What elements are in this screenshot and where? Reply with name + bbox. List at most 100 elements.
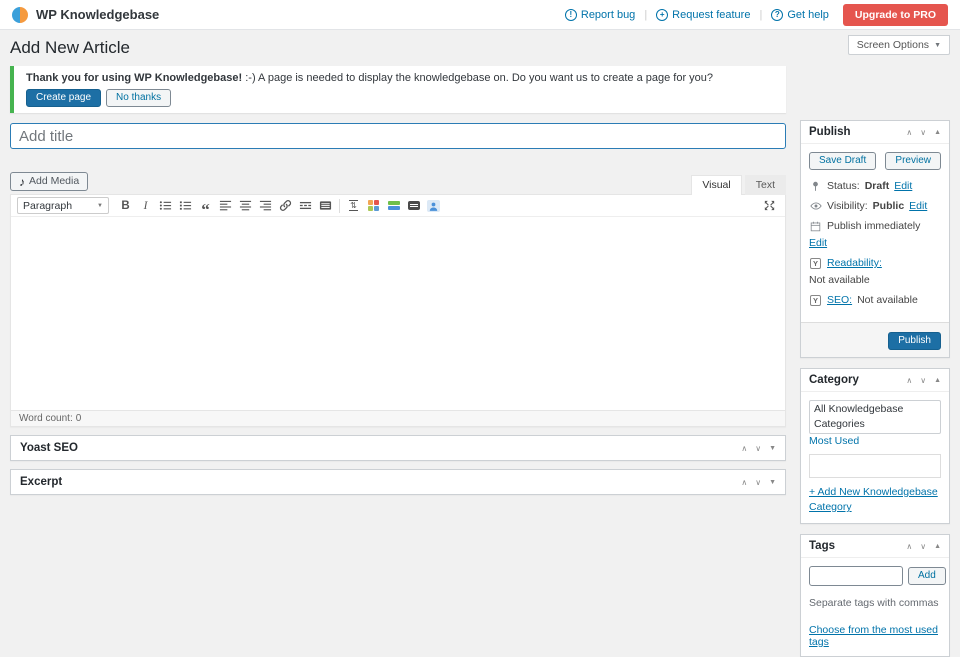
editor-box: Paragraph ▼ B I “ ⇅ Word count: 0 (10, 194, 786, 427)
toggle-panel-icon[interactable]: ▲ (934, 377, 941, 384)
no-thanks-button[interactable]: No thanks (106, 89, 172, 107)
excerpt-header[interactable]: Excerpt ∧ ∨ ▼ (11, 470, 785, 494)
seo-value: Not available (857, 294, 918, 306)
upgrade-to-pro-button[interactable]: Upgrade to PRO (842, 3, 948, 26)
form-glyph (407, 201, 420, 210)
move-up-icon[interactable]: ∧ (906, 128, 912, 137)
tags-body: Add Separate tags with commas Choose fro… (801, 558, 949, 656)
add-tag-button[interactable]: Add (908, 567, 946, 585)
get-help-label: Get help (787, 8, 829, 21)
tab-all-categories[interactable]: All Knowledgebase Categories (809, 400, 941, 434)
add-media-button[interactable]: ♪ Add Media (10, 172, 89, 191)
panel-controls: ∧ ∨ ▼ (741, 444, 776, 453)
panel-controls: ∧ ∨ ▼ (741, 478, 776, 487)
move-up-icon[interactable]: ∧ (741, 444, 747, 453)
move-down-icon[interactable]: ∨ (920, 542, 926, 551)
align-right-icon[interactable] (256, 197, 275, 214)
publish-title: Publish (809, 126, 851, 138)
page-title: Add New Article (10, 38, 130, 57)
notice-actions: Create page No thanks (26, 89, 774, 107)
notice-text: Thank you for using WP Knowledgebase! :-… (26, 72, 774, 85)
move-up-icon[interactable]: ∧ (906, 376, 912, 385)
tags-header[interactable]: Tags ∧ ∨ ▲ (801, 535, 949, 558)
publish-minor-actions: Save Draft Preview (809, 152, 941, 170)
title-input[interactable] (10, 123, 786, 149)
blockquote-icon[interactable]: “ (196, 197, 215, 218)
fullscreen-icon[interactable] (760, 197, 779, 214)
bullet-list-icon[interactable] (156, 197, 175, 214)
seo-row: Y SEO: Not available (809, 294, 941, 306)
wp-knowledgebase-logo-icon (12, 6, 28, 23)
move-down-icon[interactable]: ∨ (920, 376, 926, 385)
eye-icon (809, 200, 822, 212)
category-list-box[interactable] (809, 454, 941, 478)
bold-icon[interactable]: B (116, 197, 135, 214)
move-down-icon[interactable]: ∨ (755, 478, 761, 487)
publish-footer: Publish (801, 322, 949, 357)
read-more-icon[interactable] (296, 197, 315, 214)
panel-controls: ∧ ∨ ▲ (906, 128, 941, 137)
choose-most-used-tags-link[interactable]: Choose from the most used tags (809, 624, 941, 648)
tags-title: Tags (809, 540, 835, 552)
toggle-panel-icon[interactable]: ▲ (934, 129, 941, 136)
editor-mode-tabs: Visual Text (688, 174, 786, 195)
edit-schedule-link[interactable]: Edit (809, 237, 827, 249)
align-left-icon[interactable] (216, 197, 235, 214)
new-tag-input[interactable] (809, 566, 903, 586)
toggle-panel-icon[interactable]: ▲ (934, 543, 941, 550)
separator: | (644, 8, 648, 21)
category-body: All Knowledgebase Categories Most Used +… (801, 392, 949, 523)
move-up-icon[interactable]: ∧ (741, 478, 747, 487)
panel-controls: ∧ ∨ ▲ (906, 542, 941, 551)
preview-button[interactable]: Preview (885, 152, 941, 170)
numbered-list-icon[interactable] (176, 197, 195, 214)
report-bug-link[interactable]: ! Report bug (564, 8, 635, 21)
move-up-icon[interactable]: ∧ (906, 542, 912, 551)
publish-header[interactable]: Publish ∧ ∨ ▲ (801, 121, 949, 144)
visibility-label: Visibility: (827, 200, 868, 212)
word-count-value: 0 (75, 413, 82, 424)
insert-user-icon[interactable] (424, 197, 443, 214)
edit-visibility-link[interactable]: Edit (909, 200, 927, 212)
status-row: Status: Draft Edit (809, 180, 941, 192)
updown-arrows-glyph: ⇅ (349, 200, 358, 211)
align-center-icon[interactable] (236, 197, 255, 214)
insert-bars-icon[interactable] (384, 197, 403, 214)
paragraph-format-select[interactable]: Paragraph ▼ (17, 197, 109, 214)
chevron-down-icon: ▼ (97, 202, 103, 209)
category-header[interactable]: Category ∧ ∨ ▲ (801, 369, 949, 392)
italic-icon[interactable]: I (136, 197, 155, 214)
publish-button[interactable]: Publish (888, 332, 941, 350)
tags-hint: Separate tags with commas (809, 597, 939, 609)
brand: WP Knowledgebase (12, 6, 159, 23)
calendar-icon (809, 221, 822, 232)
readability-link[interactable]: Readability: (827, 257, 882, 269)
tab-visual[interactable]: Visual (691, 175, 742, 195)
tab-text[interactable]: Text (744, 175, 786, 195)
add-new-category-link[interactable]: + Add New Knowledgebase Category (809, 485, 941, 515)
edit-status-link[interactable]: Edit (894, 180, 912, 192)
insert-link-icon[interactable] (276, 197, 295, 214)
create-page-button[interactable]: Create page (26, 89, 102, 107)
tab-most-used[interactable]: Most Used (809, 435, 859, 447)
request-feature-link[interactable]: + Request feature (656, 8, 750, 21)
seo-link[interactable]: SEO: (827, 294, 852, 306)
status-value: Draft (864, 180, 890, 192)
get-help-link[interactable]: ? Get help (771, 8, 829, 21)
shortcode-grid-icon[interactable] (364, 197, 383, 214)
move-down-icon[interactable]: ∨ (755, 444, 761, 453)
toggle-panel-icon[interactable]: ▼ (769, 445, 776, 452)
move-down-icon[interactable]: ∨ (920, 128, 926, 137)
save-draft-button[interactable]: Save Draft (809, 152, 877, 170)
insert-form-icon[interactable] (404, 197, 423, 214)
toggle-panel-icon[interactable]: ▼ (769, 479, 776, 486)
create-page-notice: Thank you for using WP Knowledgebase! :-… (10, 66, 786, 113)
yoast-seo-header[interactable]: Yoast SEO ∧ ∨ ▼ (11, 436, 785, 460)
category-panel: Category ∧ ∨ ▲ All Knowledgebase Categor… (800, 368, 950, 524)
editor-content-area[interactable] (11, 217, 785, 410)
toolbar-toggle-icon[interactable] (316, 197, 335, 214)
panel-controls: ∧ ∨ ▲ (906, 376, 941, 385)
screen-options-button[interactable]: Screen Options ▼ (847, 35, 950, 55)
distraction-free-icon[interactable]: ⇅ (344, 197, 363, 214)
publish-body: Save Draft Preview Status: Draft Edit Vi… (801, 144, 949, 322)
